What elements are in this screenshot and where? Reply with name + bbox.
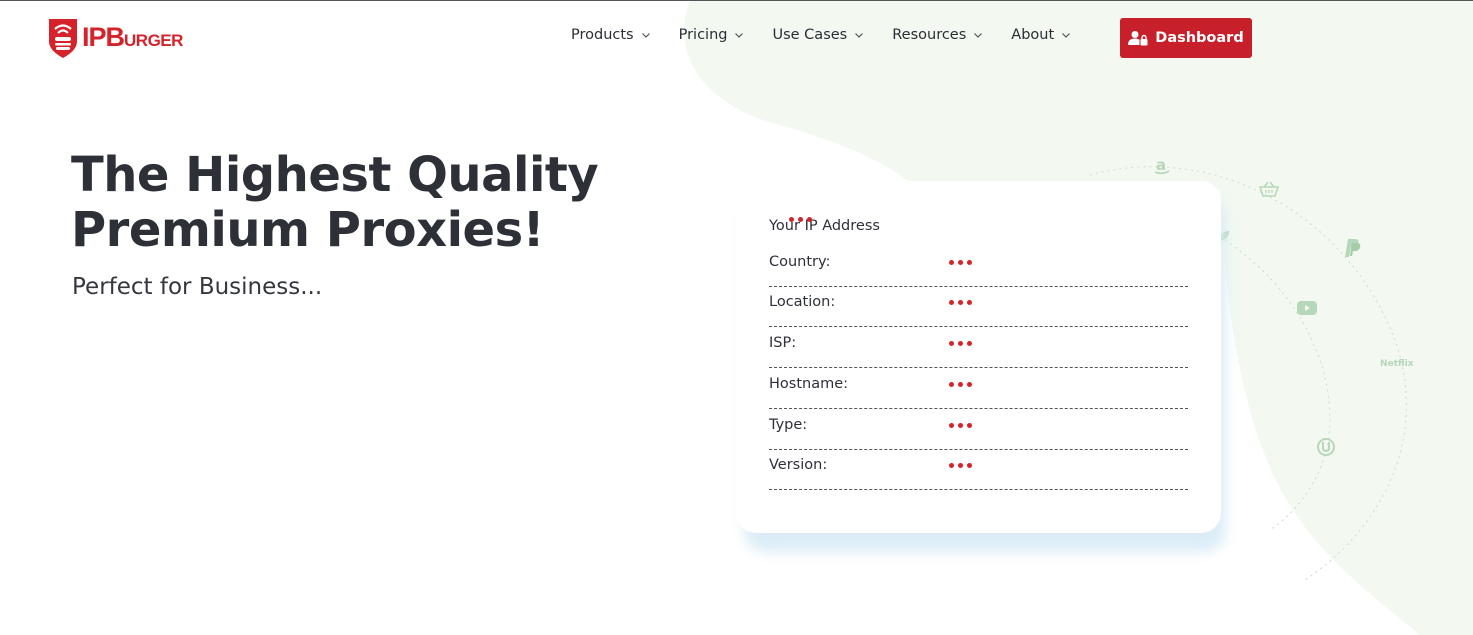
- nav-about[interactable]: About: [1011, 27, 1071, 43]
- loading-dots: [949, 260, 976, 265]
- chevron-down-icon: [1062, 33, 1071, 38]
- nav-use-cases-label: Use Cases: [772, 27, 848, 43]
- loading-dots: [789, 217, 816, 222]
- nav-products-label: Products: [571, 27, 634, 43]
- hero-title: The Highest Quality Premium Proxies!: [71, 148, 671, 258]
- ip-row-isp: ISP:: [769, 327, 1188, 368]
- ip-row-version: Version:: [769, 449, 1188, 490]
- ip-row-hostname: Hostname:: [769, 368, 1188, 409]
- netflix-label: Netflix: [1380, 359, 1414, 369]
- ip-row-label: Country:: [769, 254, 831, 270]
- logo-wordmark: IPBURGER: [82, 21, 183, 52]
- dashboard-button[interactable]: Dashboard: [1120, 18, 1252, 58]
- amazon-icon: a: [1154, 156, 1170, 175]
- nav-use-cases[interactable]: Use Cases: [772, 27, 864, 43]
- ip-row-label: Hostname:: [769, 376, 849, 392]
- nav-pricing[interactable]: Pricing: [679, 27, 745, 43]
- nav-resources-label: Resources: [892, 27, 967, 43]
- nav-products[interactable]: Products: [571, 27, 651, 43]
- chevron-down-icon: [641, 33, 650, 38]
- nav-resources[interactable]: Resources: [892, 27, 983, 43]
- user-lock-icon: [1128, 31, 1148, 46]
- loading-dots: [949, 341, 976, 346]
- loading-dots: [949, 423, 976, 428]
- svg-text:a: a: [1156, 156, 1166, 174]
- youtube-icon: [1297, 301, 1317, 315]
- ip-card-heading: Your IP Address: [769, 218, 880, 234]
- top-border: [0, 0, 1473, 1]
- loading-dots: [949, 300, 976, 305]
- ip-row-country: Country:: [769, 246, 1188, 287]
- utorrent-icon: [1317, 438, 1335, 456]
- logo[interactable]: IPBURGER: [46, 14, 183, 60]
- nav-about-label: About: [1011, 27, 1055, 43]
- ip-row-location: Location:: [769, 286, 1188, 327]
- paypal-icon: [1345, 239, 1361, 257]
- ip-row-label: Type:: [769, 417, 808, 433]
- hero-title-line-2: Premium Proxies!: [71, 202, 545, 258]
- ip-row-type: Type:: [769, 409, 1188, 450]
- chevron-down-icon: [855, 33, 864, 38]
- ip-row-label: ISP:: [769, 335, 797, 351]
- chevron-down-icon: [735, 33, 744, 38]
- loading-dots: [949, 463, 976, 468]
- loading-dots: [949, 382, 976, 387]
- basket-icon: [1258, 181, 1280, 197]
- dashboard-label: Dashboard: [1155, 30, 1244, 46]
- ip-row-label: Version:: [769, 457, 828, 473]
- logo-badge-icon: [49, 19, 77, 58]
- nav-pricing-label: Pricing: [678, 27, 728, 43]
- main-nav: Products Pricing Use Cases Resources Abo…: [571, 27, 1071, 43]
- ip-row-label: Location:: [769, 294, 836, 310]
- chevron-down-icon: [974, 33, 983, 38]
- hero-subtitle: Perfect for Business...: [72, 274, 323, 300]
- hero-title-line-1: The Highest Quality: [71, 147, 599, 203]
